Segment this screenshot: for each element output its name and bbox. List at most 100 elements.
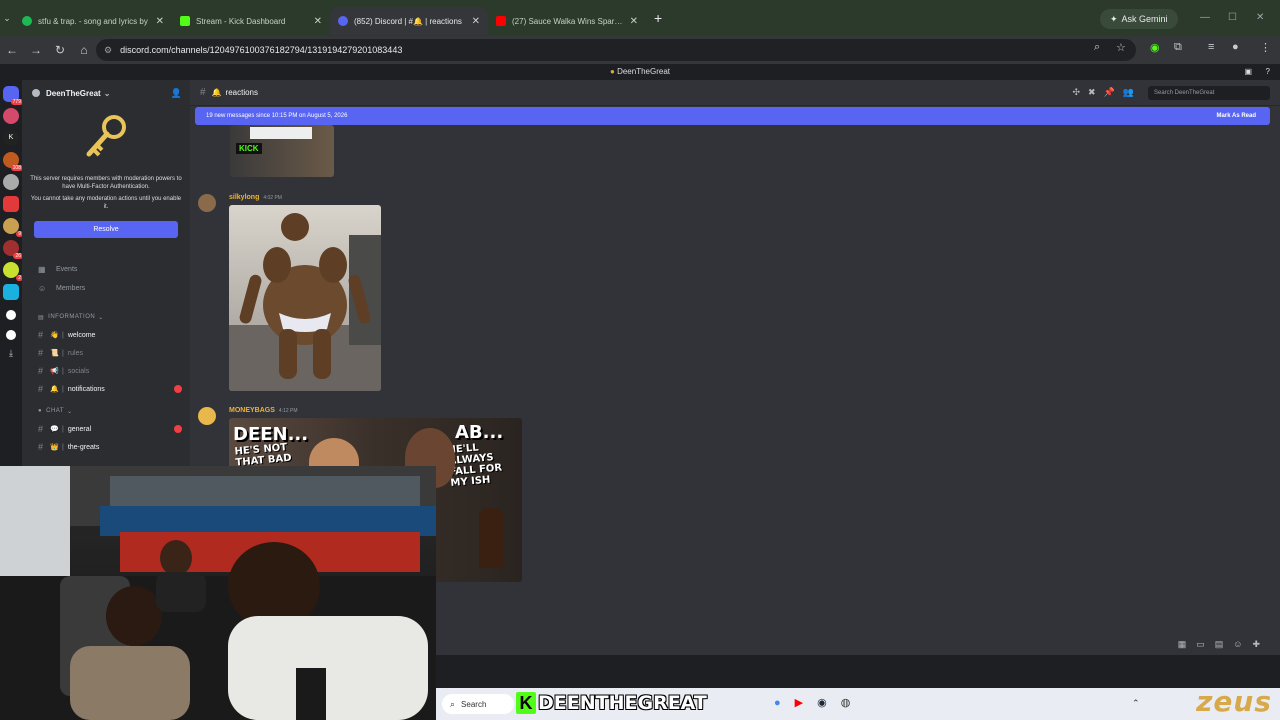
unread-badge bbox=[174, 385, 182, 393]
sidebar-item-events[interactable]: ▦ Events bbox=[22, 260, 190, 279]
tab-search-icon[interactable]: ⌄ bbox=[0, 13, 14, 24]
channel-the-greats[interactable]: # 👑 | the-greats bbox=[22, 438, 190, 456]
channel-label: socials bbox=[67, 367, 90, 375]
sticker-icon[interactable]: ▤ bbox=[1215, 639, 1234, 649]
channel-separator: | bbox=[62, 349, 64, 357]
sidebar-item-label: Members bbox=[56, 285, 86, 292]
message-author[interactable]: MONEYBAGS 4:12 PM bbox=[229, 407, 298, 414]
mark-as-read-button[interactable]: Mark As Read bbox=[1217, 113, 1256, 119]
minimize-icon[interactable]: — bbox=[1200, 12, 1210, 23]
pin-icon[interactable]: 📌 bbox=[1104, 87, 1123, 97]
forward-icon[interactable]: → bbox=[24, 43, 48, 57]
channel-notifications[interactable]: # 🔔 | notifications bbox=[22, 380, 190, 398]
taskbar-apps: ●▶◉◍ bbox=[774, 696, 864, 709]
discord-home-icon[interactable]: 779 bbox=[3, 86, 23, 105]
download-icon[interactable]: ⤓ bbox=[3, 348, 19, 364]
channel-emoji-icon: 📢 bbox=[50, 368, 59, 375]
new-messages-bar[interactable]: 19 new messages since 10:15 PM on August… bbox=[195, 107, 1270, 125]
server-icon[interactable] bbox=[3, 174, 19, 190]
close-tab-icon[interactable]: ✕ bbox=[630, 16, 638, 27]
close-tab-icon[interactable]: ✕ bbox=[156, 16, 164, 27]
tab-spotify[interactable]: stfu & trap. - song and lyrics by ✕ bbox=[14, 7, 172, 35]
reload-icon[interactable]: ↻ bbox=[48, 43, 72, 57]
server-icon[interactable] bbox=[3, 284, 19, 300]
avatar[interactable] bbox=[198, 194, 216, 212]
obs-icon[interactable]: ◍ bbox=[841, 697, 865, 709]
server-header[interactable]: DeenTheGreat ⌄ 👤 bbox=[22, 80, 190, 106]
server-icon[interactable] bbox=[3, 108, 19, 124]
bookmark-star-icon[interactable]: ☆ bbox=[1116, 41, 1126, 54]
site-info-icon[interactable]: ⚙ bbox=[104, 45, 112, 56]
meme-subtext-right: HE'LL ALWAYS FALL FOR MY ISH bbox=[447, 442, 503, 489]
help-icon[interactable]: ? bbox=[1266, 64, 1270, 80]
taskbar-search[interactable]: ⌕ Search bbox=[442, 694, 514, 714]
channel-emoji-icon: 👋 bbox=[50, 332, 59, 339]
ask-gemini-button[interactable]: ✦ Ask Gemini bbox=[1100, 9, 1178, 29]
profile-icon[interactable]: ● bbox=[1232, 41, 1239, 53]
mute-icon[interactable]: ✖ bbox=[1088, 87, 1104, 97]
add-server-icon[interactable] bbox=[6, 310, 16, 320]
server-icon[interactable] bbox=[3, 196, 19, 212]
url-text: discord.com/channels/1204976100376182794… bbox=[120, 45, 403, 55]
server-icon[interactable]: 2 bbox=[3, 262, 23, 281]
zoom-icon[interactable]: ⌕ bbox=[1094, 41, 1100, 54]
server-icon[interactable]: 108 bbox=[3, 152, 23, 171]
server-icon[interactable]: 26 bbox=[3, 240, 23, 259]
timestamp: 4:12 PM bbox=[278, 408, 298, 414]
tab-youtube[interactable]: (27) Sauce Walka Wins Sparring ✕ bbox=[488, 7, 646, 35]
tray-chevron-icon[interactable]: ⌃ bbox=[1132, 698, 1140, 709]
server-icon[interactable]: 9 bbox=[3, 218, 23, 237]
youtube-app-icon[interactable]: ▶ bbox=[795, 697, 817, 709]
gemini-icon: ✦ bbox=[1110, 13, 1118, 24]
steam-icon[interactable]: ◉ bbox=[817, 697, 841, 709]
maximize-icon[interactable]: ☐ bbox=[1228, 12, 1237, 23]
inbox-icon[interactable]: ▣ bbox=[1244, 64, 1252, 80]
category-information[interactable]: ▤ INFORMATION ⌄ bbox=[22, 308, 190, 326]
close-window-icon[interactable]: ✕ bbox=[1256, 12, 1264, 23]
channel-header: # 🔔 reactions ✣✖📌👥 Search DeenTheGreat bbox=[190, 80, 1280, 106]
close-tab-icon[interactable]: ✕ bbox=[472, 16, 480, 27]
sidebar-item-members[interactable]: ☺ Members bbox=[22, 279, 190, 298]
address-bar[interactable]: ⚙ discord.com/channels/12049761003761827… bbox=[96, 39, 1136, 61]
channel-general[interactable]: # 💬 | general bbox=[22, 420, 190, 438]
tab-discord[interactable]: (852) Discord | #🔔 | reactions ✕ bbox=[330, 7, 488, 35]
explore-icon[interactable] bbox=[6, 330, 16, 340]
message-image[interactable]: KICK bbox=[230, 125, 334, 177]
new-tab-button[interactable]: + bbox=[654, 10, 662, 26]
mfa-text: This server requires members with modera… bbox=[30, 176, 182, 190]
menu-icon[interactable]: ⋮ bbox=[1260, 41, 1271, 54]
avatar[interactable] bbox=[198, 407, 216, 425]
gif-icon[interactable]: ▭ bbox=[1196, 639, 1215, 649]
tab-kick-dashboard[interactable]: Stream - Kick Dashboard ✕ bbox=[172, 7, 330, 35]
reading-list-icon[interactable]: ≡ bbox=[1208, 41, 1214, 53]
message-author[interactable]: silkylong 4:02 PM bbox=[229, 194, 282, 201]
extension-icon[interactable]: ◉ bbox=[1150, 41, 1160, 54]
calendar-icon: ▦ bbox=[38, 265, 46, 274]
invite-icon[interactable]: 👤 bbox=[171, 88, 182, 99]
chevron-down-icon: ⌄ bbox=[67, 408, 73, 415]
gift-icon[interactable]: ▦ bbox=[1178, 639, 1197, 649]
youtube-icon bbox=[496, 16, 506, 26]
author-name: MONEYBAGS bbox=[229, 407, 275, 414]
channel-sidebar: DeenTheGreat ⌄ 👤 This server requires me… bbox=[22, 80, 190, 470]
channel-rules[interactable]: # 📜 | rules bbox=[22, 344, 190, 362]
close-tab-icon[interactable]: ✕ bbox=[314, 16, 322, 27]
channel-socials[interactable]: # 📢 | socials bbox=[22, 362, 190, 380]
server-icon[interactable]: K bbox=[3, 130, 19, 146]
chevron-down-icon: ⌄ bbox=[103, 88, 111, 98]
search-input[interactable]: Search DeenTheGreat bbox=[1148, 86, 1270, 100]
category-chat[interactable]: ● CHAT ⌄ bbox=[22, 402, 190, 420]
emoji-icon[interactable]: ☺ bbox=[1233, 639, 1252, 649]
back-icon[interactable]: ← bbox=[0, 43, 24, 57]
home-icon[interactable]: ⌂ bbox=[72, 43, 96, 57]
server-name: DeenTheGreat bbox=[46, 88, 101, 98]
chrome-icon[interactable]: ● bbox=[774, 697, 795, 709]
channel-welcome[interactable]: # 👋 | welcome bbox=[22, 326, 190, 344]
message-image[interactable] bbox=[229, 205, 381, 391]
extensions-puzzle-icon[interactable]: ⧉ bbox=[1174, 41, 1182, 54]
member-list-icon[interactable]: 👥 bbox=[1123, 87, 1142, 97]
resolve-button[interactable]: Resolve bbox=[34, 221, 178, 238]
webcam-overlay bbox=[0, 466, 436, 720]
threads-icon[interactable]: ✣ bbox=[1072, 87, 1088, 97]
apps-icon[interactable]: ✚ bbox=[1252, 639, 1270, 649]
